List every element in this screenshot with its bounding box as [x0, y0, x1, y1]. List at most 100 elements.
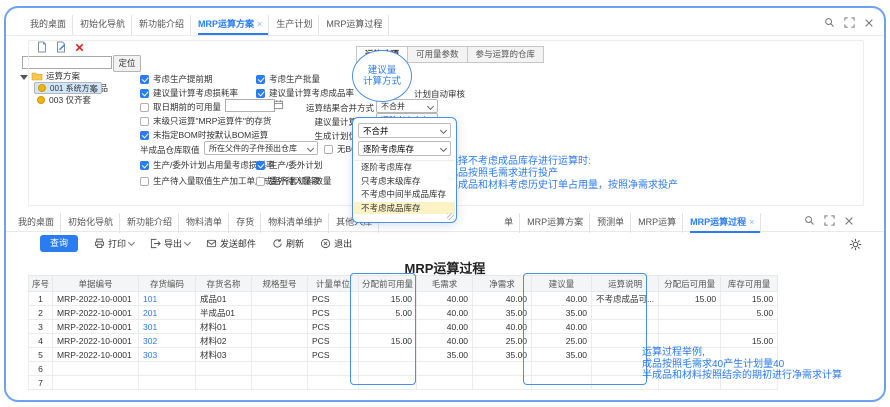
dropdown-option[interactable]: 只考虑末级库存 [354, 175, 455, 189]
refresh-icon [272, 238, 283, 249]
column-header[interactable]: 库存可用量 [721, 276, 778, 292]
delete-icon[interactable] [74, 42, 85, 53]
column-header[interactable]: 净需求 [473, 276, 532, 292]
checkbox[interactable] [256, 177, 265, 186]
checkbox[interactable] [140, 89, 149, 98]
tab[interactable]: 物料清单 [186, 213, 229, 233]
subtab[interactable]: 可用量参数 [408, 46, 468, 63]
option-row: 建议量计算考虑损耗率 [140, 87, 238, 99]
merge-mode-label: 运算结果合并方式 [252, 102, 374, 114]
column-header[interactable]: 运算说明 [592, 276, 659, 292]
column-header[interactable]: 规格型号 [252, 276, 308, 292]
send-mail-label: 发送邮件 [220, 237, 256, 250]
tab[interactable]: 我的桌面 [18, 213, 61, 233]
fullscreen-icon[interactable] [824, 215, 835, 226]
dropdown-option[interactable]: 不考虑成品库存 [354, 202, 455, 215]
column-header[interactable]: 分配后可用量 [659, 276, 721, 292]
tree-item[interactable]: 001 系统方案 [34, 82, 102, 94]
table-cell: 35.00 [532, 306, 592, 320]
column-header[interactable]: 建议量 [532, 276, 592, 292]
tab[interactable]: 新功能介绍 [139, 15, 191, 35]
table-row[interactable]: 1MRP-2022-10-0001101成品01PCS15.0040.0040.… [29, 292, 778, 306]
table-cell: 40.00 [473, 320, 532, 334]
tab[interactable]: MRP运算过程 [326, 15, 389, 35]
column-header[interactable]: 单据编号 [53, 276, 139, 292]
tree-search-input[interactable] [22, 56, 112, 69]
option-row: 取日期前的可用量 [140, 101, 221, 113]
checkbox[interactable] [140, 131, 149, 140]
subtab[interactable]: 参与运算的仓库 [468, 46, 545, 63]
column-header[interactable]: 序号 [29, 276, 53, 292]
checkbox[interactable] [256, 161, 265, 170]
checkbox[interactable] [140, 103, 149, 112]
checkbox[interactable] [324, 145, 333, 154]
close-icon[interactable] [844, 216, 854, 226]
table-cell: 40.00 [532, 292, 592, 306]
tab-label: MRP运算 [638, 217, 676, 227]
search-icon[interactable] [824, 17, 835, 28]
dropdown-option-list: 逐阶考虑库存只考虑末级库存不考虑中间半成品库存不考虑成品库存 [354, 160, 455, 214]
search-icon[interactable] [804, 215, 815, 226]
refresh-button[interactable]: 刷新 [272, 237, 304, 250]
tab[interactable]: MRP运算过程× [690, 213, 761, 233]
table-cell: 材料02 [196, 334, 252, 348]
exit-button[interactable]: 退出 [320, 237, 352, 250]
dropdown-option[interactable]: 不考虑中间半成品库存 [354, 188, 455, 202]
table-row[interactable]: 4MRP-2022-10-0001302材料02PCS15.0040.0025.… [29, 334, 778, 348]
suggest-mode-callout-select[interactable]: 逐阶考虑库存 [358, 141, 451, 156]
annotation-line: 半成品和材料考虑历史订单占用量，按照净需求投产 [448, 180, 678, 192]
tree-root[interactable]: 运算方案 [20, 70, 140, 82]
tab[interactable]: 单 [504, 213, 520, 233]
column-header[interactable]: 毛需求 [417, 276, 473, 292]
table-cell: 25.00 [532, 334, 592, 348]
checkbox[interactable] [140, 117, 149, 126]
tab[interactable]: 预测单 [597, 213, 631, 233]
column-header[interactable]: 存货编码 [139, 276, 196, 292]
tab[interactable]: 新功能介绍 [127, 213, 179, 233]
column-header[interactable]: 存货名称 [196, 276, 252, 292]
close-icon[interactable] [864, 18, 874, 28]
checkbox[interactable] [256, 75, 265, 84]
tree-item-label: 001 系统方案 [50, 82, 98, 94]
checkbox[interactable] [140, 177, 149, 186]
merge-mode-callout-select[interactable]: 不合并 [358, 123, 451, 138]
tab[interactable]: 初始化导航 [68, 213, 120, 233]
print-button[interactable]: 打印 [94, 237, 134, 250]
tree-item[interactable]: 003 仅齐套 [34, 94, 140, 106]
column-header[interactable]: 计量单位 [308, 276, 359, 292]
fullscreen-icon[interactable] [844, 17, 855, 28]
checkbox[interactable] [140, 75, 149, 84]
settings-gear-icon[interactable] [849, 238, 862, 251]
table-row[interactable]: 2MRP-2022-10-0001201半成品01PCS5.0040.0035.… [29, 306, 778, 320]
new-document-icon[interactable] [36, 41, 48, 53]
tab[interactable]: MRP运算方案 [527, 213, 590, 233]
checkbox[interactable] [256, 89, 265, 98]
export-button[interactable]: 导出 [150, 237, 190, 250]
tab[interactable]: 初始化导航 [80, 15, 132, 35]
tab[interactable]: 我的桌面 [30, 15, 73, 35]
column-header[interactable]: 分配前可用量 [359, 276, 417, 292]
checkbox[interactable] [140, 161, 149, 170]
dropdown-option[interactable]: 逐阶考虑库存 [354, 161, 455, 175]
resize-grip[interactable] [447, 213, 454, 220]
tab-close-icon[interactable]: × [749, 217, 754, 227]
option-label: 取日期前的可用量 [153, 101, 221, 113]
semi-warehouse-select[interactable]: 所在父件的子件预出仓库 [204, 141, 318, 155]
tab[interactable]: 存货 [236, 213, 261, 233]
tab[interactable]: MRP运算方案× [198, 15, 269, 35]
table-cell [139, 362, 196, 376]
edit-document-icon[interactable] [55, 41, 67, 53]
table-cell: 5.00 [359, 306, 417, 320]
table-cell: 6 [29, 362, 53, 376]
query-button[interactable]: 查询 [40, 235, 78, 252]
top-tab-bar: 我的桌面初始化导航新功能介绍 MRP运算方案× 生产计划 MRP运算过程 [30, 15, 814, 35]
tab-close-icon[interactable]: × [257, 19, 262, 29]
table-row[interactable]: 3MRP-2022-10-0001301材料01PCS40.0040.0040.… [29, 320, 778, 334]
table-cell [139, 376, 196, 390]
tab[interactable]: 生产计划 [276, 15, 319, 35]
tab[interactable]: MRP运算 [638, 213, 683, 233]
send-mail-button[interactable]: 发送邮件 [206, 237, 256, 250]
table-cell: 201 [139, 306, 196, 320]
tab[interactable]: 物料清单维护 [268, 213, 329, 233]
table-cell: MRP-2022-10-0001 [53, 348, 139, 362]
